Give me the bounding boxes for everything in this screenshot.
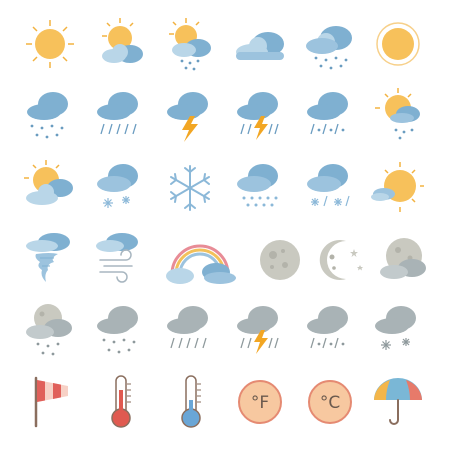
cloud-rain-icon xyxy=(300,14,360,74)
cloud-snow-icon xyxy=(90,158,150,218)
cloud-snow-icon xyxy=(368,300,428,360)
rainbow-icon xyxy=(160,228,240,288)
moon-cloud-icon xyxy=(372,230,432,290)
sun-icon xyxy=(20,14,80,74)
sun-shower-icon xyxy=(368,86,428,146)
sun-cloud-icon xyxy=(368,158,428,218)
thermometer-hot-icon xyxy=(90,372,150,432)
cloud-sleet-icon xyxy=(300,300,360,360)
cloud-sleet-icon xyxy=(300,158,360,218)
celsius-icon: °C xyxy=(300,372,360,432)
windsock-icon xyxy=(20,372,80,432)
clouds-icon xyxy=(230,14,290,74)
storm-icon xyxy=(230,300,290,360)
cloud-drizzle-icon xyxy=(90,300,150,360)
weather-icon-sheet: °F °C xyxy=(0,0,450,450)
cloud-hail-icon xyxy=(230,158,290,218)
thunderstorm-rain-icon xyxy=(230,86,290,146)
thunderstorm-icon xyxy=(160,86,220,146)
fahrenheit-icon: °F xyxy=(230,372,290,432)
rain-icon xyxy=(20,86,80,146)
umbrella-icon xyxy=(368,372,428,432)
celsius-label: °C xyxy=(320,393,340,413)
rain-hail-icon xyxy=(300,86,360,146)
sun-rain-icon xyxy=(160,14,220,74)
heavy-rain-icon xyxy=(90,86,150,146)
partly-cloudy-icon xyxy=(90,14,150,74)
crescent-moon-stars-icon xyxy=(318,235,368,285)
fahrenheit-label: °F xyxy=(251,393,269,413)
full-moon-icon xyxy=(255,235,305,285)
tornado-icon xyxy=(20,228,80,288)
sun-icon xyxy=(368,14,428,74)
partly-cloudy-icon xyxy=(20,158,80,218)
wind-icon xyxy=(90,228,150,288)
thermometer-cold-icon xyxy=(160,372,220,432)
snowflake-icon xyxy=(160,158,220,218)
moon-cloud-rain-icon xyxy=(20,300,80,360)
cloud-heavy-rain-icon xyxy=(160,300,220,360)
